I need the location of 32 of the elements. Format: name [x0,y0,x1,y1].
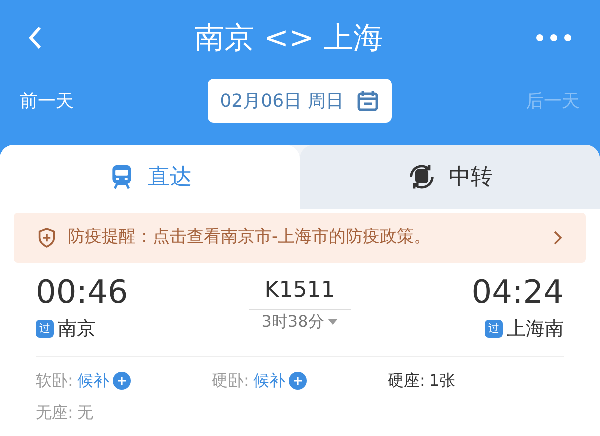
seat-availability: 1张 [429,370,456,392]
seat-label: 硬卧: [212,370,250,392]
pass-through-badge: 过 [484,320,503,338]
departure-station: 南京 [58,317,96,342]
tab[interactable]: 直达 [0,145,300,209]
seat-label: 硬座: [388,370,426,392]
notice-text: 防疫提醒：点击查看南京市-上海市的防疫政策。 [68,226,432,250]
transfer-train-icon [407,162,437,192]
date-picker[interactable]: 02月06日 周日 [208,79,392,123]
seat-availability: 候补 [253,370,286,392]
departure-time: 00:46 [36,273,128,311]
seat-availability: 候补 [77,370,110,392]
train-number: K1511 [248,273,352,310]
tab[interactable]: 中转 [300,145,600,209]
calendar-icon [356,89,380,113]
seat-availability: 无 [77,402,94,424]
seat-label: 无座: [36,402,74,424]
seat-label: 软卧: [36,370,74,392]
route-title: 南京 <> 上海 [194,20,384,58]
pass-through-badge: 过 [36,320,54,338]
add-icon[interactable] [113,372,132,390]
travel-duration: 3时38分 [262,311,324,333]
back-icon[interactable] [28,26,42,50]
add-icon[interactable] [289,372,308,390]
caret-down-icon[interactable] [328,319,338,325]
previous-day-button[interactable]: 前一天 [20,88,74,114]
shield-icon [38,228,56,248]
epidemic-notice-banner[interactable]: 防疫提醒：点击查看南京市-上海市的防疫政策。 [14,213,586,263]
chevron-right-icon [554,231,562,245]
arrival-time: 04:24 [472,273,564,311]
arrival-station: 上海南 [506,317,564,342]
more-icon[interactable] [536,34,572,42]
